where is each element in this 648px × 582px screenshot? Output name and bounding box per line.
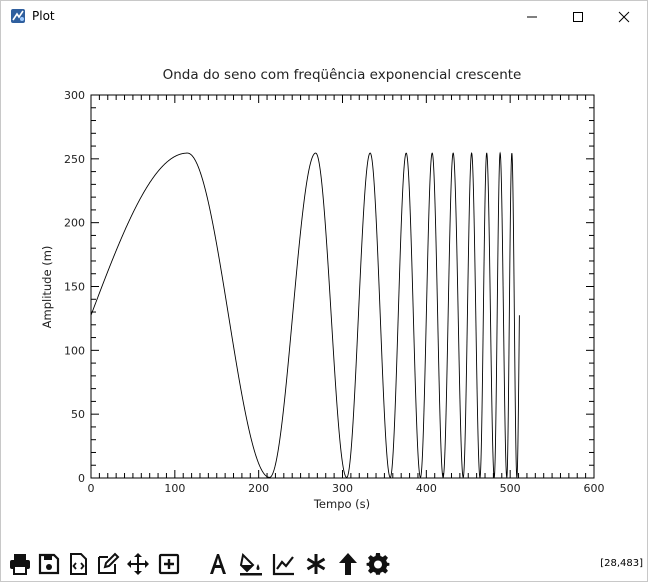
y-tick-label: 300 [64,89,85,102]
code-icon [70,553,87,575]
title-bar: Plot [1,1,647,33]
toolbar: [28,483] [1,547,647,581]
y-tick-label: 250 [64,153,85,166]
line-chart: Onda do seno com freqüência exponencial … [40,67,605,511]
code-button[interactable] [65,551,91,577]
x-tick-label: 200 [248,482,269,495]
arrow-up-icon [339,553,357,575]
print-icon [10,554,30,575]
add-button[interactable] [156,551,182,577]
gear-icon [366,552,390,575]
y-axis-label: Amplitude (m) [40,246,54,329]
fill-button[interactable] [238,551,264,577]
x-tick-label: 600 [584,482,605,495]
text-button[interactable] [205,551,231,577]
x-tick-label: 300 [332,482,353,495]
close-button[interactable] [601,1,647,33]
window-title: Plot [32,9,55,23]
asterisk-icon [306,554,326,574]
move-icon [127,553,149,575]
series-group [90,151,520,480]
y-tick-label: 100 [64,344,85,357]
settings-button[interactable] [365,551,391,577]
fill-icon [239,552,262,576]
app-icon [10,8,26,24]
maximize-icon [573,12,583,22]
print-button[interactable] [7,551,33,577]
save-button[interactable] [36,551,62,577]
asterisk-button[interactable] [303,551,329,577]
x-tick-label: 0 [88,482,95,495]
y-tick-label: 150 [64,281,85,294]
maximize-button[interactable] [555,1,601,33]
minimize-button[interactable] [509,1,555,33]
plot-area: Onda do seno com freqüência exponencial … [1,33,647,545]
minimize-icon [527,16,537,18]
move-button[interactable] [125,551,151,577]
series-line-0 [90,151,520,480]
x-tick-label: 500 [500,482,521,495]
arrow-up-button[interactable] [335,551,361,577]
tick-labels: 0 100 200 300 400 500 600 0 50 100 150 200 250 300 [64,89,605,495]
line-chart-button[interactable] [271,551,297,577]
save-icon [38,553,60,575]
text-icon [210,554,226,574]
chart-title: Onda do seno com freqüência exponencial … [163,67,522,83]
edit-icon [98,552,120,574]
add-icon [158,553,180,575]
y-tick-label: 50 [71,408,85,421]
y-tick-label: 200 [64,217,85,230]
cursor-coordinates: [28,483] [600,558,643,569]
x-tick-label: 100 [164,482,185,495]
edit-button[interactable] [95,551,121,577]
line-chart-icon [272,554,294,576]
y-tick-label: 0 [78,472,85,485]
x-tick-label: 400 [416,482,437,495]
x-axis-label: Tempo (s) [313,497,370,511]
close-icon [618,11,630,23]
plot-window: Plot Onda do seno com freqüência exponen… [0,0,648,582]
